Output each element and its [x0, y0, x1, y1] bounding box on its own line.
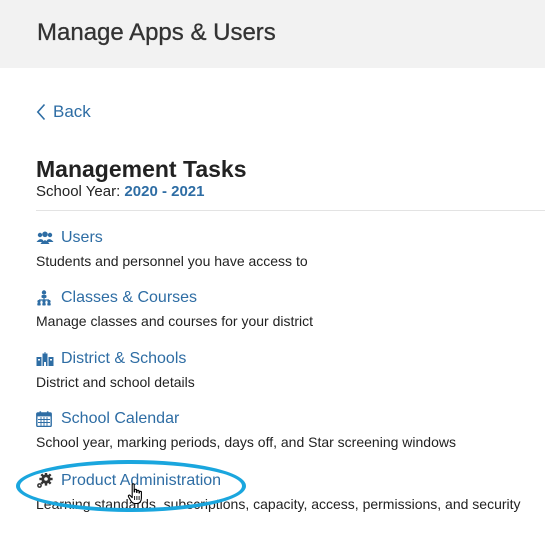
school-calendar-description: School year, marking periods, days off, …	[36, 434, 456, 450]
school-year-label: School Year:	[36, 183, 121, 200]
school-calendar-label: School Calendar	[61, 410, 180, 427]
divider	[36, 210, 545, 211]
users-icon	[36, 230, 54, 246]
chevron-left-icon	[36, 103, 46, 121]
task-school-calendar: School Calendar School year, marking per…	[36, 409, 541, 450]
users-label: Users	[61, 229, 103, 246]
district-schools-link[interactable]: District & Schools	[36, 349, 541, 369]
buildings-icon	[36, 351, 54, 367]
product-administration-description: Learning standards, subscriptions, capac…	[36, 496, 521, 512]
task-product-administration: Product Administration Learning standard…	[36, 471, 541, 512]
gears-icon	[36, 473, 54, 489]
page-title: Manage Apps & Users	[37, 19, 276, 46]
classes-courses-label: Classes & Courses	[61, 289, 198, 306]
district-schools-description: District and school details	[36, 374, 195, 390]
school-year-value: 2020 - 2021	[124, 183, 205, 200]
users-link[interactable]: Users	[36, 228, 541, 248]
calendar-icon	[36, 411, 54, 427]
task-classes-courses: Classes & Courses Manage classes and cou…	[36, 288, 541, 329]
school-calendar-link[interactable]: School Calendar	[36, 409, 541, 429]
product-administration-link[interactable]: Product Administration	[36, 471, 541, 491]
back-button[interactable]: Back	[36, 101, 91, 123]
classes-courses-description: Manage classes and courses for your dist…	[36, 313, 314, 329]
org-chart-icon	[36, 290, 54, 306]
product-administration-label: Product Administration	[61, 472, 222, 489]
classes-courses-link[interactable]: Classes & Courses	[36, 288, 541, 308]
users-description: Students and personnel you have access t…	[36, 253, 308, 269]
section-title: Management Tasks	[36, 156, 247, 182]
school-year: School Year: 2020 - 2021	[36, 183, 205, 200]
task-users: Users Students and personnel you have ac…	[36, 228, 541, 269]
back-label: Back	[53, 102, 91, 121]
header-bar: Manage Apps & Users	[0, 0, 545, 68]
district-schools-label: District & Schools	[61, 350, 187, 367]
task-district-schools: District & Schools District and school d…	[36, 349, 541, 390]
